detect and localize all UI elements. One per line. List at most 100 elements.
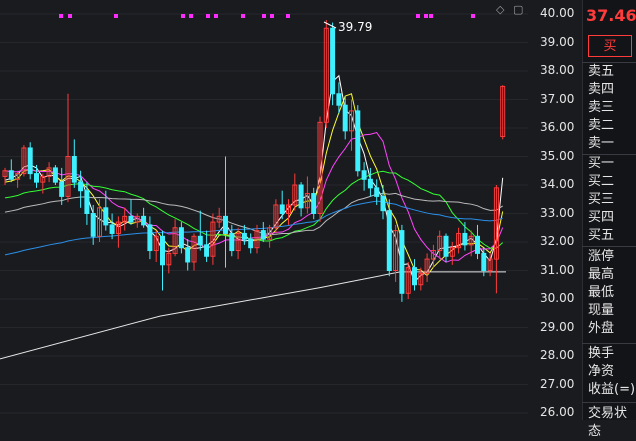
buy-button[interactable]: 买: [588, 35, 632, 57]
event-flag[interactable]: [471, 14, 475, 18]
event-flag[interactable]: [286, 14, 290, 18]
candle-body: [52, 167, 58, 183]
candle-body: [380, 195, 386, 212]
volume-label: 现量: [588, 303, 615, 318]
price-tick: 30.00: [540, 291, 575, 305]
candle-body: [367, 178, 373, 189]
event-flag[interactable]: [114, 14, 118, 18]
chart-grid: [0, 13, 528, 414]
candlestick-series: [2, 19, 506, 302]
price-tick: 29.00: [540, 319, 575, 334]
event-flag[interactable]: [214, 14, 218, 18]
event-flag[interactable]: [189, 14, 193, 18]
kline-chart[interactable]: 39.79: [0, 0, 528, 420]
candle-body: [260, 230, 266, 240]
price-tick: 33.00: [540, 205, 575, 220]
event-flag[interactable]: [241, 14, 245, 18]
candle-body: [399, 230, 405, 294]
stats-list: 涨停 最高 最低 现量 外盘: [588, 248, 614, 338]
candle-body: [71, 156, 77, 183]
event-flag[interactable]: [181, 14, 185, 18]
candle-body: [374, 187, 380, 197]
candle-body: [279, 204, 285, 214]
candle-body: [355, 110, 361, 172]
candle-body: [185, 247, 191, 263]
current-price: 37.46: [586, 6, 636, 25]
moving-average-lines: [0, 74, 506, 360]
low-label: 最低: [588, 285, 615, 300]
price-tick: 26.00: [540, 405, 575, 419]
event-flag[interactable]: [59, 14, 63, 18]
event-flag[interactable]: [424, 14, 428, 18]
candle-body: [8, 170, 14, 180]
sell-2-label[interactable]: 卖二: [588, 117, 614, 135]
candle-body: [241, 232, 247, 240]
candle-body: [386, 210, 392, 271]
price-tick: 34.00: [540, 177, 575, 191]
price-tick: 36.00: [540, 120, 575, 134]
candle-body: [462, 232, 468, 246]
candle-body: [443, 235, 449, 257]
price-tick: 31.00: [540, 262, 575, 277]
event-flag[interactable]: [270, 14, 274, 18]
candle-body: [147, 224, 153, 252]
svg-text:39.79: 39.79: [338, 20, 372, 34]
event-flag[interactable]: [68, 14, 72, 18]
candle-body: [311, 193, 317, 215]
buy-1-label[interactable]: 买一: [588, 155, 614, 173]
event-flag[interactable]: [416, 14, 420, 18]
ma-line-long: [0, 271, 506, 360]
buy-list: 买一 买二 买三 买四 买五: [588, 155, 614, 245]
candle-body: [78, 181, 84, 192]
divider: [582, 246, 636, 247]
candle-body: [336, 93, 342, 106]
candle-body: [197, 235, 203, 246]
event-flag[interactable]: [262, 14, 266, 18]
candle-body: [298, 184, 304, 209]
price-tick: 32.00: [540, 234, 575, 248]
candle-body: [229, 232, 235, 252]
candle-body: [160, 235, 165, 266]
price-tick: 40.00: [540, 6, 575, 20]
net-assets-label: 净资: [588, 364, 615, 379]
buy-3-label[interactable]: 买三: [588, 191, 614, 209]
price-tick: 39.00: [540, 34, 575, 49]
buy-5-label[interactable]: 买五: [588, 227, 614, 245]
candle-body: [109, 224, 115, 234]
buy-4-label[interactable]: 买四: [588, 209, 614, 227]
buy-2-label[interactable]: 买二: [588, 173, 614, 191]
candle-body: [475, 235, 480, 254]
candle-body: [330, 27, 336, 95]
sell-1-label[interactable]: 卖一: [588, 135, 614, 153]
candle-body: [103, 207, 109, 226]
sell-5-label[interactable]: 卖五: [588, 63, 614, 81]
turnover-label: 换手: [588, 346, 615, 361]
ma-line: [4, 200, 503, 256]
candle-body: [248, 238, 254, 249]
diamond-icon[interactable]: ◇: [496, 3, 504, 16]
event-flag[interactable]: [429, 14, 433, 18]
candle-body: [342, 104, 348, 132]
candle-body: [481, 252, 487, 271]
candle-body: [141, 215, 147, 226]
candle-body: [27, 147, 33, 175]
trade-status-label: 交易状态: [588, 406, 628, 439]
divider: [582, 402, 636, 403]
candle-body: [128, 215, 134, 223]
earnings-label: 收益(=): [588, 382, 636, 397]
price-tick: 27.00: [540, 376, 575, 391]
divider: [582, 343, 636, 344]
price-tick: 35.00: [540, 148, 575, 163]
price-tick: 38.00: [540, 63, 575, 77]
candle-body: [223, 215, 228, 234]
candle-body: [178, 227, 184, 249]
sell-4-label[interactable]: 卖四: [588, 81, 614, 99]
candle-body: [412, 267, 417, 286]
square-icon[interactable]: ▢: [513, 3, 523, 16]
event-flag[interactable]: [206, 14, 210, 18]
candle-body: [90, 213, 96, 237]
candle-body: [361, 170, 367, 180]
extra-list: 换手 净资 收益(=): [588, 345, 635, 399]
sell-3-label[interactable]: 卖三: [588, 99, 614, 117]
candle-body: [204, 244, 210, 257]
